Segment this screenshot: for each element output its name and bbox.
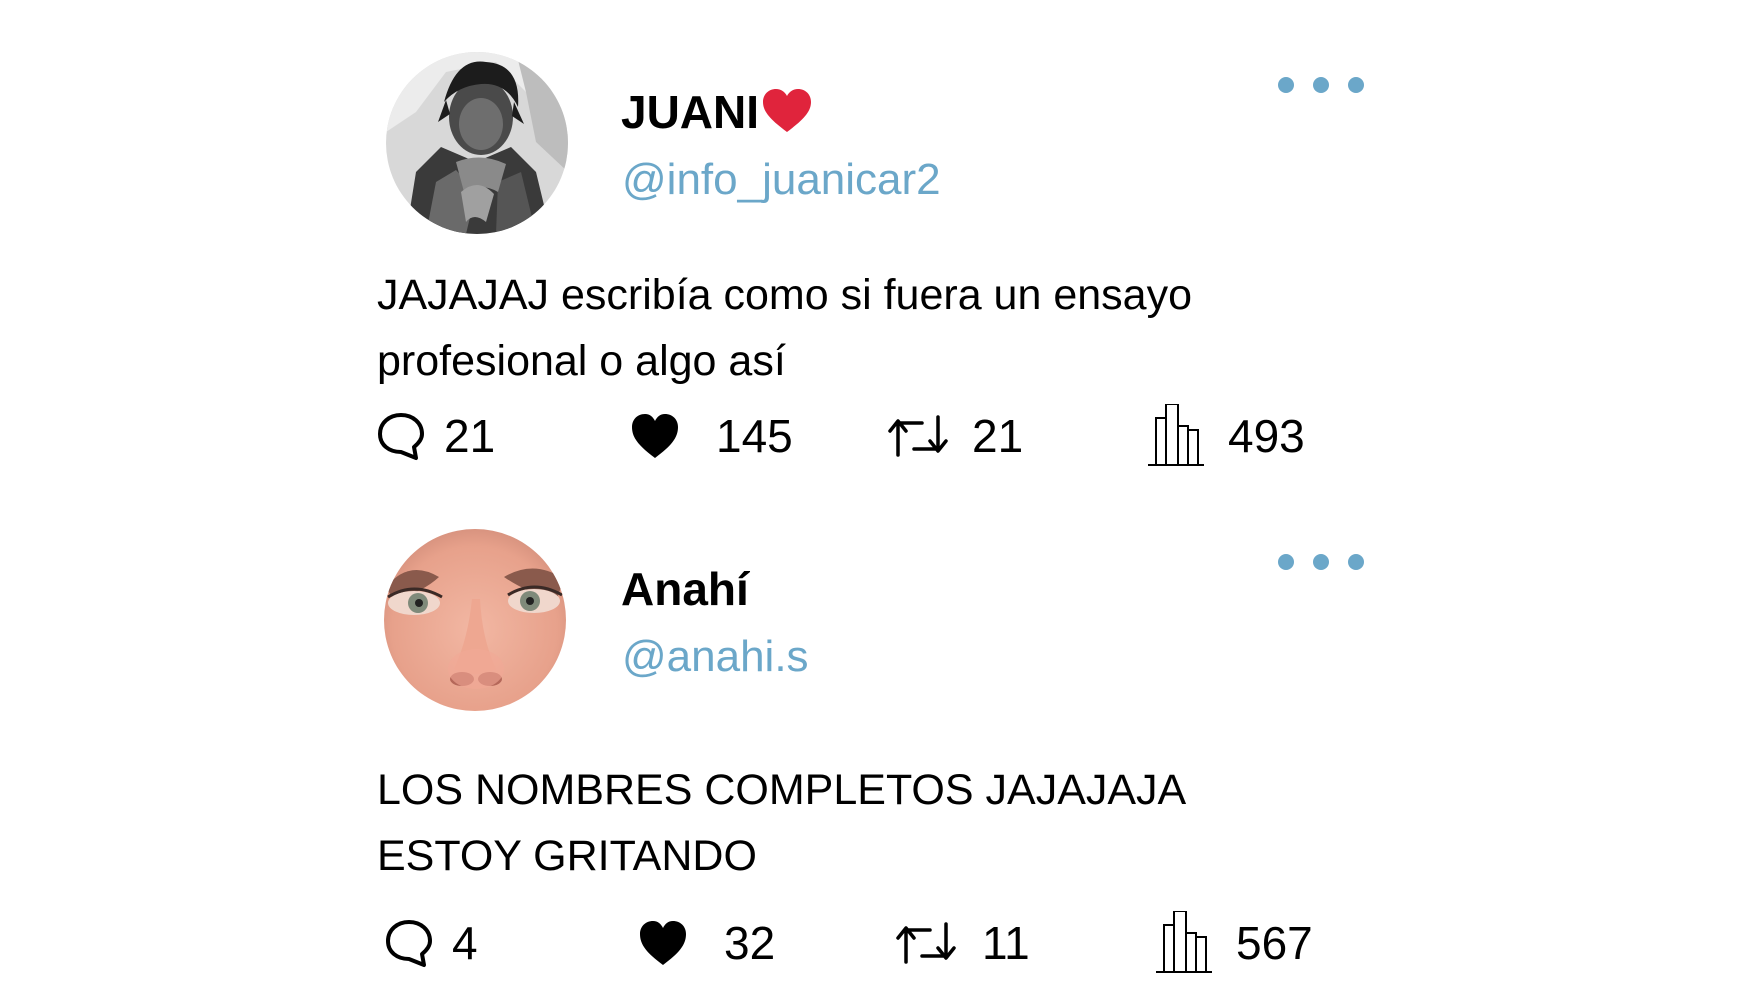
retweet-arrows-icon [896,922,956,964]
handle[interactable]: @anahi.s [622,629,809,685]
retweet-count: 11 [982,917,1030,969]
tweet-text: LOS NOMBRES COMPLETOS JAJAJAJA ESTOY GRI… [377,757,1377,889]
closeup-face-avatar [384,529,566,711]
more-dot [1313,554,1329,570]
heart-icon [640,921,686,965]
speech-bubble-icon [378,413,424,460]
more-options-button[interactable] [1278,74,1364,96]
tweet-text-line: JAJAJAJ escribía como si fuera un ensayo [377,271,1192,319]
display-name[interactable]: JUANI [621,84,813,140]
display-name-text: JUANI [621,86,760,138]
like-count: 32 [724,917,776,969]
tweet-actions: 21 145 21 493 [0,404,1748,468]
more-dots-icon [1278,77,1294,93]
retweet-button[interactable]: 11 [894,911,1054,975]
display-name[interactable]: Anahí [621,561,749,617]
tweet-text-line: LOS NOMBRES COMPLETOS JAJAJAJA [377,766,1187,814]
views-button[interactable]: 493 [1146,404,1326,468]
avatar[interactable] [386,52,568,234]
like-button[interactable]: 145 [630,404,830,468]
heart-icon [632,414,678,458]
like-count: 145 [716,410,793,462]
display-name-text: Anahí [621,563,749,615]
retweet-count: 21 [972,410,1024,462]
reply-count: 21 [444,410,496,462]
tweet-actions: 4 32 11 567 [0,911,1748,975]
more-dots-icon [1278,554,1294,570]
retweet-arrows-icon [888,415,948,457]
more-options-button[interactable] [1278,551,1364,573]
reply-count: 4 [452,917,478,969]
views-button[interactable]: 567 [1154,911,1334,975]
handle[interactable]: @info_juanicar2 [622,152,941,208]
like-button[interactable]: 32 [638,911,798,975]
views-count: 567 [1236,917,1313,969]
grayscale-photo-avatar [386,52,568,234]
more-dot [1348,554,1364,570]
bar-chart-icon [1148,404,1204,466]
views-count: 493 [1228,410,1305,462]
tweet-text-line: profesional o algo así [377,337,786,385]
reply-button[interactable]: 21 [376,404,536,468]
reply-button[interactable]: 4 [384,911,504,975]
speech-bubble-icon [386,920,432,967]
red-heart-emoji-icon [763,89,812,132]
more-dot [1313,77,1329,93]
tweet-text-line: ESTOY GRITANDO [377,832,757,880]
avatar[interactable] [384,529,566,711]
retweet-button[interactable]: 21 [886,404,1046,468]
more-dot [1348,77,1364,93]
tweet-text: JAJAJAJ escribía como si fuera un ensayo… [377,262,1377,394]
bar-chart-icon [1156,911,1212,973]
